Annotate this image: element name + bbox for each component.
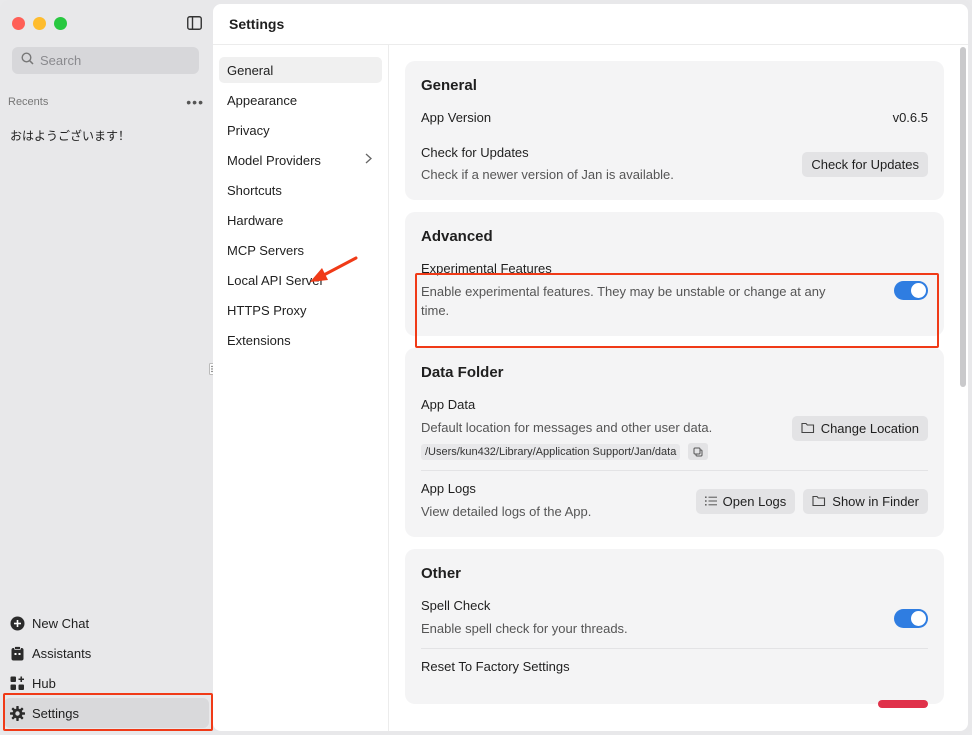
app-logs-row: App Logs View detailed logs of the App. … <box>421 481 928 521</box>
subnav-item-label: Privacy <box>227 122 270 138</box>
sidebar-item-new-chat[interactable]: New Chat <box>4 608 209 638</box>
data-folder-card: Data Folder App Data Default location fo… <box>405 348 944 537</box>
subnav-item-label: General <box>227 62 274 78</box>
other-title: Other <box>421 565 462 582</box>
annotation-arrow-icon <box>308 255 360 290</box>
subnav-item-hardware[interactable]: Hardware <box>219 207 382 233</box>
divider <box>421 470 928 471</box>
app-data-desc: Default location for messages and other … <box>421 420 713 435</box>
subnav-item-label: HTTPS Proxy <box>227 302 307 318</box>
change-location-button[interactable]: Change Location <box>791 416 928 441</box>
copy-icon[interactable] <box>688 443 709 460</box>
app-data-path-box: /Users/kun432/Library/Application Suppor… <box>421 443 709 460</box>
list-icon <box>704 494 717 509</box>
sidebar-toggle-icon[interactable] <box>187 16 202 30</box>
spell-check-toggle[interactable] <box>894 608 928 628</box>
subnav-item-label: Hardware <box>227 212 284 228</box>
grid-plus-icon <box>9 675 25 691</box>
close-window-button[interactable] <box>12 17 25 30</box>
subnav-item-appearance[interactable]: Appearance <box>219 87 382 113</box>
app-version-label: App Version <box>421 110 492 125</box>
zoom-window-button[interactable] <box>54 17 67 30</box>
spell-check-row: Spell Check Enable spell check for your … <box>421 598 928 638</box>
app-logs-actions: Open Logs Show in Finder <box>695 488 928 514</box>
check-updates-title: Check for Updates <box>421 145 529 160</box>
open-logs-label: Open Logs <box>722 493 787 509</box>
app-data-title: App Data <box>421 397 476 412</box>
check-updates-desc: Check if a newer version of Jan is avail… <box>421 167 674 182</box>
sidebar-item-assistants[interactable]: Assistants <box>4 638 209 668</box>
divider <box>421 648 928 649</box>
app-logs-title: App Logs <box>421 481 476 496</box>
annotation-highlight-experimental <box>415 273 939 348</box>
check-updates-button[interactable]: Check for Updates <box>802 152 928 177</box>
settings-content: General App Version v0.6.5 Check for Upd… <box>390 45 968 731</box>
spell-check-title: Spell Check <box>421 598 491 613</box>
data-folder-title: Data Folder <box>421 364 504 381</box>
minimize-window-button[interactable] <box>33 17 46 30</box>
general-title: General <box>421 77 477 94</box>
clipboard-icon <box>9 645 25 661</box>
subnav-item-label: Extensions <box>227 332 291 348</box>
reset-button[interactable] <box>878 700 928 708</box>
change-location-label: Change Location <box>820 421 919 436</box>
subnav-item-shortcuts[interactable]: Shortcuts <box>219 177 382 203</box>
recents-header: Recents ••• <box>8 95 204 109</box>
sidebar-item-label: Hub <box>32 675 56 691</box>
search-input[interactable]: Search <box>12 47 199 74</box>
advanced-title: Advanced <box>421 228 493 245</box>
subnav-item-privacy[interactable]: Privacy <box>219 117 382 143</box>
search-icon <box>21 51 34 70</box>
sidebar-item-label: Assistants <box>32 645 92 661</box>
chevron-right-icon <box>365 153 372 167</box>
annotation-highlight-settings <box>3 693 213 731</box>
show-in-finder-button[interactable]: Show in Finder <box>803 488 928 514</box>
open-logs-button[interactable]: Open Logs <box>695 488 796 514</box>
other-card: Other Spell Check Enable spell check for… <box>405 549 944 708</box>
plus-circle-icon <box>9 615 25 631</box>
subnav-item-https-proxy[interactable]: HTTPS Proxy <box>219 297 382 323</box>
subnav-item-general[interactable]: General <box>219 57 382 83</box>
general-card: General App Version v0.6.5 Check for Upd… <box>405 61 944 200</box>
app-logs-desc: View detailed logs of the App. <box>421 504 592 519</box>
reset-factory-title: Reset To Factory Settings <box>421 659 570 674</box>
subnav-item-model-providers[interactable]: Model Providers <box>219 147 382 173</box>
show-in-finder-label: Show in Finder <box>832 493 919 509</box>
settings-subnav: General Appearance Privacy Model Provide… <box>213 45 389 731</box>
subnav-item-extensions[interactable]: Extensions <box>219 327 382 353</box>
check-updates-row: Check for Updates Check if a newer versi… <box>421 145 928 184</box>
app-data-row: App Data Default location for messages a… <box>421 397 928 460</box>
recents-label: Recents <box>8 96 49 108</box>
app-version-row: App Version v0.6.5 <box>421 110 928 125</box>
page-title: Settings <box>213 4 968 45</box>
folder-icon <box>812 494 826 509</box>
more-options-icon[interactable]: ••• <box>186 95 204 109</box>
subnav-item-label: Shortcuts <box>227 182 282 198</box>
app-version-value: v0.6.5 <box>892 110 928 125</box>
subnav-item-label: MCP Servers <box>227 242 305 258</box>
app-data-path: /Users/kun432/Library/Application Suppor… <box>421 443 681 460</box>
app-window: Search Recents ••• おはようございます！ New Chat A… <box>0 0 972 735</box>
recent-thread-item[interactable]: おはようございます！ <box>10 127 130 144</box>
sidebar: Search Recents ••• おはようございます！ New Chat A… <box>0 0 213 735</box>
spell-check-desc: Enable spell check for your threads. <box>421 621 628 636</box>
sidebar-item-label: New Chat <box>32 615 90 631</box>
main-panel: Settings General Appearance Privacy Mode… <box>213 4 968 731</box>
folder-icon <box>801 421 815 436</box>
reset-factory-row: Reset To Factory Settings <box>421 659 928 674</box>
scrollbar[interactable] <box>960 47 966 387</box>
window-controls <box>12 17 67 30</box>
subnav-item-label: Model Providers <box>227 152 321 168</box>
search-placeholder: Search <box>40 53 82 68</box>
subnav-item-label: Appearance <box>227 92 298 108</box>
